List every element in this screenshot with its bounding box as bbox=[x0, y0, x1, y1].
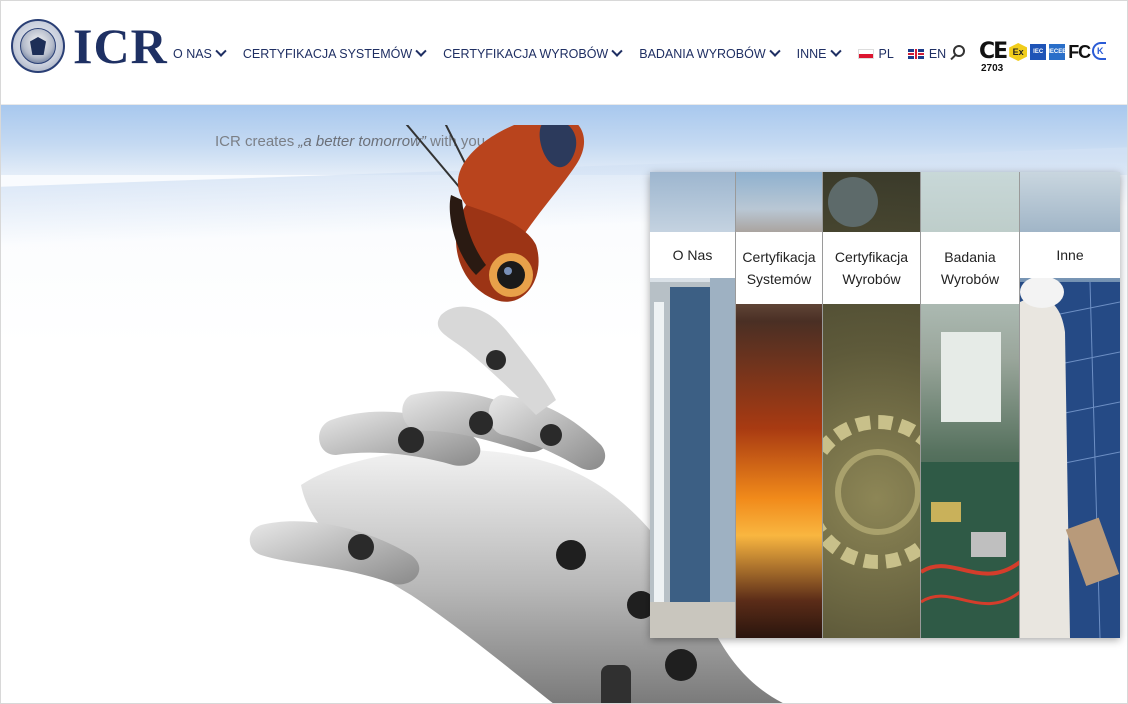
fcc-mark-icon: FC bbox=[1068, 42, 1091, 62]
panel-label: O Nas bbox=[650, 232, 735, 278]
site-header: ICR O NAS CERTYFIKACJA SYSTEMÓW CERTYFIK… bbox=[1, 1, 1127, 105]
flag-pl-icon bbox=[857, 49, 874, 59]
chevron-down-icon bbox=[829, 45, 842, 57]
nav-item-label: O NAS bbox=[173, 47, 212, 61]
page: ICR O NAS CERTYFIKACJA SYSTEMÓW CERTYFIK… bbox=[0, 0, 1128, 704]
panel-label: Badania Wyrobów bbox=[921, 232, 1019, 304]
site-logo[interactable]: ICR bbox=[11, 17, 168, 75]
panel-certyfikacja-wyrobow[interactable]: Certyfikacja Wyrobów bbox=[823, 172, 921, 638]
search-button[interactable] bbox=[947, 43, 969, 65]
certification-marks: CE 2703 Ex IEC IECEE FC K bbox=[979, 39, 1107, 75]
section-panels: O Nas Certyfikacja Systemów Certyfikacja… bbox=[650, 172, 1120, 638]
lang-label: PL bbox=[878, 47, 894, 61]
iecee-mark-icon: IECEE bbox=[1048, 44, 1066, 60]
panel-badania-wyrobow[interactable]: Badania Wyrobów bbox=[921, 172, 1020, 638]
flag-en-icon bbox=[907, 49, 924, 59]
nav-item-certyfikacja-wyrobow[interactable]: CERTYFIKACJA WYROBÓW bbox=[443, 45, 623, 61]
atex-ex-mark-icon: Ex bbox=[1009, 43, 1028, 61]
lang-pl-link[interactable]: PL bbox=[857, 47, 894, 61]
nav-item-badania-wyrobow[interactable]: BADANIA WYROBÓW bbox=[639, 45, 781, 61]
panel-certyfikacja-systemow[interactable]: Certyfikacja Systemów bbox=[736, 172, 823, 638]
logo-seal-icon bbox=[11, 19, 65, 73]
chevron-down-icon bbox=[611, 45, 623, 57]
nav-item-label: CERTYFIKACJA SYSTEMÓW bbox=[242, 47, 413, 61]
nav-item-label: CERTYFIKACJA WYROBÓW bbox=[443, 47, 609, 61]
lang-en-link[interactable]: EN bbox=[907, 47, 947, 61]
butterfly-image bbox=[405, 125, 585, 415]
panel-o-nas[interactable]: O Nas bbox=[650, 172, 736, 638]
main-nav: O NAS CERTYFIKACJA SYSTEMÓW CERTYFIKACJA… bbox=[173, 45, 960, 61]
lang-label: EN bbox=[928, 47, 947, 61]
kc-mark-icon: K bbox=[1092, 42, 1107, 60]
nav-item-inne[interactable]: INNE bbox=[796, 45, 842, 61]
ce-mark: CE 2703 bbox=[979, 39, 1008, 75]
ce-notified-body-number: 2703 bbox=[981, 63, 1004, 74]
panel-label: Inne bbox=[1020, 232, 1120, 278]
ce-mark-icon: CE bbox=[979, 39, 1008, 64]
iec-mark-icon: IEC bbox=[1030, 44, 1047, 60]
panel-inne[interactable]: Inne bbox=[1020, 172, 1120, 638]
panel-label: Certyfikacja Systemów bbox=[736, 232, 822, 304]
hero-banner: ICR creates „a better tomorrow” with you bbox=[1, 105, 1127, 703]
chevron-down-icon bbox=[415, 45, 427, 57]
nav-item-label: BADANIA WYROBÓW bbox=[639, 47, 766, 61]
chevron-down-icon bbox=[768, 45, 781, 57]
nav-item-certyfikacja-systemow[interactable]: CERTYFIKACJA SYSTEMÓW bbox=[242, 45, 427, 61]
nav-item-label: INNE bbox=[796, 47, 827, 61]
panel-label: Certyfikacja Wyrobów bbox=[823, 232, 920, 304]
nav-item-o-nas[interactable]: O NAS bbox=[173, 45, 227, 61]
logo-text: ICR bbox=[73, 18, 168, 74]
chevron-down-icon bbox=[215, 45, 227, 57]
